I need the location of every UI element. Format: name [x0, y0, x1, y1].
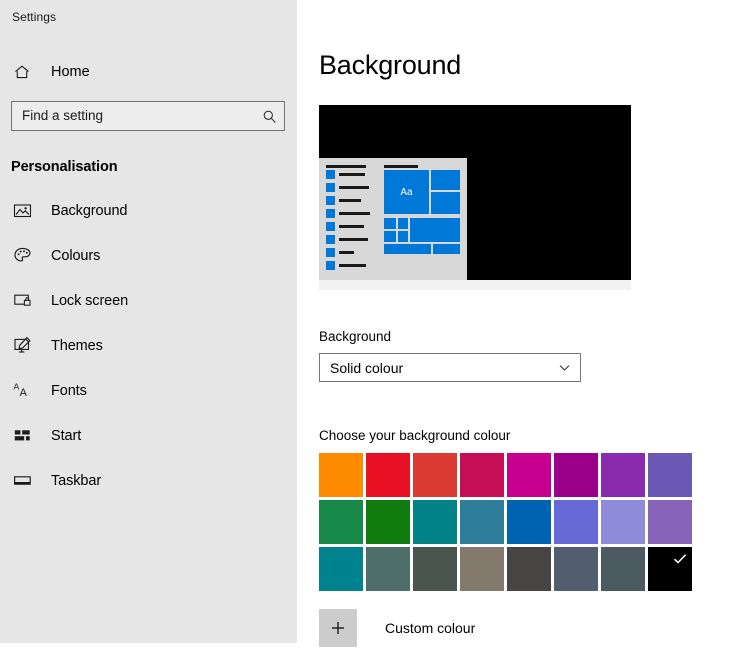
colour-swatch-orange[interactable] [319, 453, 363, 497]
custom-colour-button[interactable] [319, 609, 357, 647]
window-title: Settings [12, 10, 57, 24]
custom-colour-row[interactable]: Custom colour [319, 609, 750, 647]
colour-swatch-muted-purple[interactable] [648, 453, 692, 497]
sidebar-item-background[interactable]: Background [0, 197, 297, 224]
sidebar-label-fonts: Fonts [51, 382, 87, 399]
colour-swatch-dark-grey[interactable] [507, 547, 551, 591]
plus-icon [332, 622, 344, 634]
custom-colour-label: Custom colour [385, 620, 476, 636]
preview-tile-large: Aa [384, 170, 429, 214]
sidebar-item-lock-screen[interactable]: Lock screen [0, 287, 297, 314]
preview-taskbar [319, 280, 631, 290]
colour-swatch-soft-red[interactable] [413, 453, 457, 497]
colour-swatch-steel-blue[interactable] [460, 500, 504, 544]
colour-swatch-green[interactable] [319, 500, 363, 544]
sidebar-item-home[interactable]: Home [0, 57, 297, 87]
colour-swatch-crimson[interactable] [460, 453, 504, 497]
chevron-down-icon [557, 361, 571, 375]
sidebar-label-lock-screen: Lock screen [51, 292, 129, 309]
background-field-label: Background [319, 329, 392, 344]
sidebar-label-colours: Colours [51, 247, 101, 264]
home-icon [12, 62, 32, 82]
preview-app-list [326, 170, 374, 274]
lock-screen-icon [12, 290, 33, 311]
picture-icon [12, 200, 33, 221]
fonts-aa-icon: A A [12, 380, 33, 401]
taskbar-icon [12, 470, 33, 491]
sidebar-label-themes: Themes [51, 337, 103, 354]
colour-swatch-dark-slate-green[interactable] [413, 547, 457, 591]
colour-swatch-taupe[interactable] [460, 547, 504, 591]
colour-swatch-dark-blue-grey[interactable] [601, 547, 645, 591]
sidebar-label-start: Start [51, 427, 82, 444]
preview-applist-header [326, 165, 366, 168]
title-bar: Settings [0, 0, 297, 30]
background-preview: Aa [319, 105, 631, 290]
themes-brush-icon [12, 335, 33, 356]
svg-text:A: A [14, 381, 20, 391]
search-box[interactable] [11, 101, 285, 131]
colour-swatch-blue[interactable] [507, 500, 551, 544]
colour-swatch-periwinkle[interactable] [554, 500, 598, 544]
sidebar-nav: Background Colours Lock screen Themes A … [0, 197, 297, 494]
colour-swatch-light-periwinkle[interactable] [601, 500, 645, 544]
colour-swatch-grid [319, 453, 750, 591]
sidebar-item-start[interactable]: Start [0, 422, 297, 449]
colour-swatch-purple[interactable] [601, 453, 645, 497]
colour-swatch-grey-green[interactable] [366, 547, 410, 591]
search-icon[interactable] [261, 108, 277, 124]
search-input[interactable] [22, 103, 261, 129]
preview-tiles-header [384, 165, 418, 168]
colour-swatch-black[interactable] [648, 547, 692, 591]
check-icon [673, 554, 687, 564]
settings-window: Settings Home Personalisation [0, 0, 750, 654]
sidebar-label-background: Background [51, 202, 128, 219]
colour-swatch-dark-green[interactable] [366, 500, 410, 544]
sidebar-item-taskbar[interactable]: Taskbar [0, 467, 297, 494]
colour-swatch-dark-teal[interactable] [319, 547, 363, 591]
svg-text:A: A [20, 387, 28, 399]
colour-picker-label: Choose your background colour [319, 428, 511, 443]
start-tiles-icon [12, 425, 33, 446]
colour-swatch-red[interactable] [366, 453, 410, 497]
palette-icon [12, 245, 33, 266]
content-pane: Background Aa Background Solid colour Ch… [297, 0, 750, 654]
home-label: Home [51, 64, 90, 80]
sidebar: Settings Home Personalisation [0, 0, 297, 643]
page-title: Background [319, 50, 462, 80]
colour-swatch-slate-blue-grey[interactable] [554, 547, 598, 591]
preview-start-menu: Aa [319, 158, 467, 280]
background-type-value: Solid colour [330, 359, 404, 376]
colour-swatch-teal[interactable] [413, 500, 457, 544]
sidebar-label-taskbar: Taskbar [51, 472, 102, 489]
sidebar-item-colours[interactable]: Colours [0, 242, 297, 269]
colour-swatch-dark-magenta[interactable] [554, 453, 598, 497]
background-type-dropdown[interactable]: Solid colour [319, 353, 581, 382]
sidebar-item-themes[interactable]: Themes [0, 332, 297, 359]
section-heading: Personalisation [11, 159, 118, 175]
sidebar-item-fonts[interactable]: A A Fonts [0, 377, 297, 404]
colour-swatch-mauve[interactable] [648, 500, 692, 544]
colour-swatch-magenta[interactable] [507, 453, 551, 497]
